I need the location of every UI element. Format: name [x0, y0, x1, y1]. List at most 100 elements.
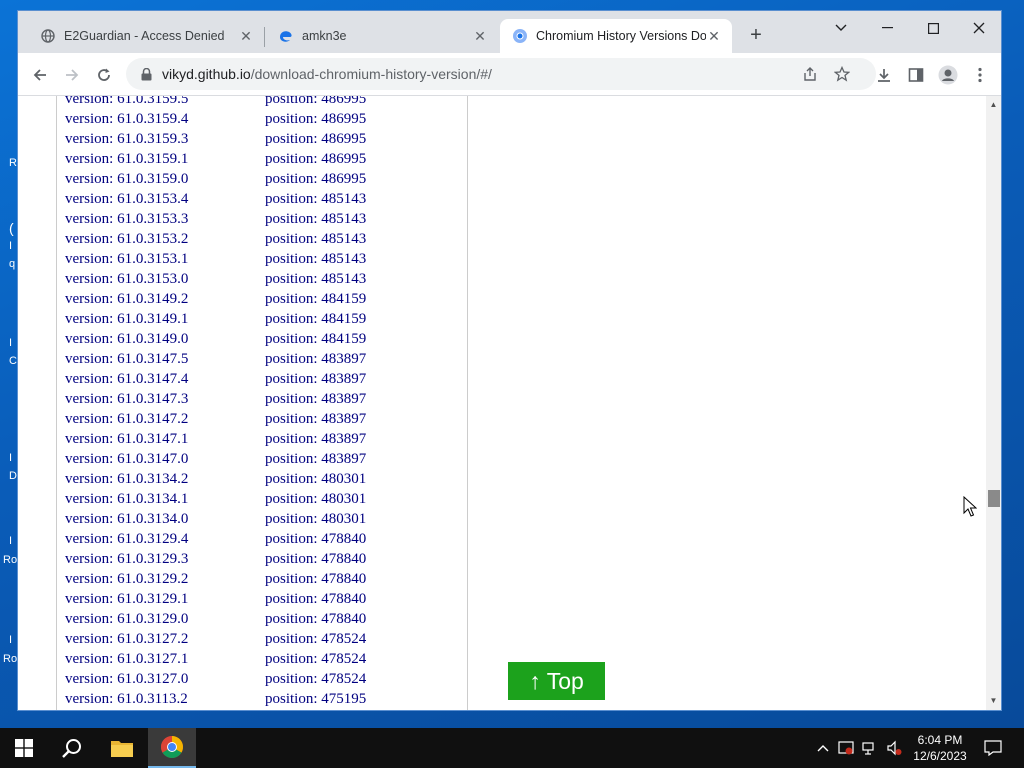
position-text: position: 486995	[265, 111, 367, 127]
maximize-button[interactable]	[910, 15, 956, 41]
start-button[interactable]	[0, 728, 48, 768]
version-text: version: 61.0.3153.4	[65, 191, 189, 207]
position-text: position: 483897	[265, 451, 367, 467]
vertical-scrollbar[interactable]: ▲ ▼	[986, 96, 1001, 710]
forward-button[interactable]	[58, 61, 86, 89]
position-text: position: 478840	[265, 531, 367, 547]
desktop-icon-label[interactable]: (	[9, 220, 14, 236]
position-text: position: 484159	[265, 331, 367, 347]
version-text: version: 61.0.3127.1	[65, 651, 189, 667]
scrollbar-thumb[interactable]	[988, 490, 1000, 507]
desktop-icon-label[interactable]: D	[9, 470, 17, 482]
version-text: version: 61.0.3129.0	[65, 611, 189, 627]
tab-title: amkn3e	[302, 29, 347, 43]
desktop-icon-label[interactable]: Ro	[3, 653, 17, 665]
version-text: version: 61.0.3127.0	[65, 671, 189, 687]
desktop-icon-label[interactable]: C	[9, 355, 17, 367]
tab-e2guardian[interactable]: E2Guardian - Access Denied ✕	[28, 19, 264, 53]
version-text: version: 61.0.3159.1	[65, 151, 189, 167]
desktop-icon-label[interactable]: R	[9, 157, 17, 169]
desktop-icon-label[interactable]: q	[9, 258, 15, 270]
version-text: version: 61.0.3149.1	[65, 311, 189, 327]
close-icon[interactable]: ✕	[706, 28, 722, 44]
volume-muted-icon[interactable]	[886, 740, 902, 756]
version-text: version: 61.0.3159.4	[65, 111, 189, 127]
version-list: version: 61.0.3159.5 position: 486995 vers…	[56, 96, 468, 710]
menu-kebab-icon[interactable]	[966, 61, 994, 89]
position-text: position: 478524	[265, 651, 367, 667]
taskbar: 6:04 PM 12/6/2023	[0, 728, 1024, 768]
address-url[interactable]: vikyd.github.io/download-chromium-histor…	[162, 66, 492, 82]
position-text: position: 478524	[265, 671, 367, 687]
position-text: position: 483897	[265, 391, 367, 407]
windows-logo-icon	[15, 739, 33, 757]
position-text: position: 478840	[265, 571, 367, 587]
network-icon[interactable]	[862, 740, 878, 756]
position-text: position: 483897	[265, 411, 367, 427]
scroll-up-arrow-icon[interactable]: ▲	[989, 100, 998, 109]
lock-icon[interactable]	[138, 66, 154, 82]
bookmark-star-icon[interactable]	[834, 66, 850, 82]
scroll-to-top-button[interactable]: ↑ Top	[508, 662, 605, 700]
version-text: version: 61.0.3153.3	[65, 211, 189, 227]
close-icon[interactable]: ✕	[238, 28, 254, 44]
minimize-button[interactable]	[864, 15, 910, 41]
desktop-icon-label[interactable]: Ro	[3, 554, 17, 566]
desktop-icon-label[interactable]: I	[9, 634, 12, 646]
url-path: /download-chromium-history-version/#/	[250, 66, 492, 82]
address-bar[interactable]: vikyd.github.io/download-chromium-histor…	[126, 58, 876, 90]
position-text: position: 486995	[265, 171, 367, 187]
desktop-icon-label[interactable]: I	[9, 535, 12, 547]
version-text: version: 61.0.3129.1	[65, 591, 189, 607]
share-icon[interactable]	[802, 66, 818, 82]
browser-toolbar: vikyd.github.io/download-chromium-histor…	[18, 53, 1001, 96]
version-text: version: 61.0.3129.3	[65, 551, 189, 567]
version-text: version: 61.0.3147.0	[65, 451, 189, 467]
chrome-icon	[512, 28, 528, 44]
scroll-down-arrow-icon[interactable]: ▼	[989, 696, 998, 705]
edge-icon	[278, 28, 294, 44]
position-text: position: 480301	[265, 511, 367, 527]
position-text: position: 475195	[265, 691, 367, 707]
position-text: position: 483897	[265, 351, 367, 367]
new-tab-button[interactable]: +	[746, 25, 766, 45]
file-explorer-button[interactable]	[98, 728, 146, 768]
position-text: position: 486995	[265, 131, 367, 147]
browser-window: E2Guardian - Access Denied ✕ amkn3e ✕ Ch…	[17, 10, 1002, 711]
position-text: position: 483897	[265, 371, 367, 387]
version-text: version: 61.0.3127.2	[65, 631, 189, 647]
defender-icon[interactable]	[838, 740, 854, 756]
version-text: version: 61.0.3147.5	[65, 351, 189, 367]
notification-icon[interactable]	[983, 740, 1003, 756]
desktop-icon-label[interactable]: I	[9, 452, 12, 464]
version-text: version: 61.0.3149.2	[65, 291, 189, 307]
download-icon[interactable]	[870, 61, 898, 89]
tab-chromium-history[interactable]: Chromium History Versions Dov ✕	[500, 19, 732, 53]
reload-button[interactable]	[90, 61, 118, 89]
version-text: version: 61.0.3149.0	[65, 331, 189, 347]
version-text: version: 61.0.3153.1	[65, 251, 189, 267]
globe-icon	[40, 28, 56, 44]
desktop-icon-label[interactable]: I	[9, 337, 12, 349]
position-text: position: 486995	[265, 96, 367, 107]
tab-strip: E2Guardian - Access Denied ✕ amkn3e ✕ Ch…	[18, 11, 1001, 53]
tray-chevron-up-icon[interactable]	[815, 740, 831, 756]
version-text: version: 61.0.3147.2	[65, 411, 189, 427]
version-text: version: 61.0.3159.0	[65, 171, 189, 187]
tab-title: Chromium History Versions Dov	[536, 29, 706, 43]
search-button[interactable]	[48, 728, 96, 768]
chrome-icon	[161, 736, 183, 758]
back-button[interactable]	[26, 61, 54, 89]
close-window-button[interactable]	[956, 15, 1001, 41]
system-clock[interactable]: 6:04 PM 12/6/2023	[910, 732, 970, 764]
profile-avatar-icon[interactable]	[934, 61, 962, 89]
close-icon[interactable]: ✕	[472, 28, 488, 44]
position-text: position: 480301	[265, 471, 367, 487]
desktop-icon-label[interactable]: I	[9, 240, 12, 252]
version-text: version: 61.0.3129.2	[65, 571, 189, 587]
chrome-taskbar-button[interactable]	[148, 728, 196, 768]
side-panel-icon[interactable]	[902, 61, 930, 89]
tab-amkn3e[interactable]: amkn3e ✕	[266, 19, 498, 53]
tab-search-chevron-icon[interactable]	[818, 15, 864, 41]
mouse-cursor-icon	[963, 496, 977, 517]
